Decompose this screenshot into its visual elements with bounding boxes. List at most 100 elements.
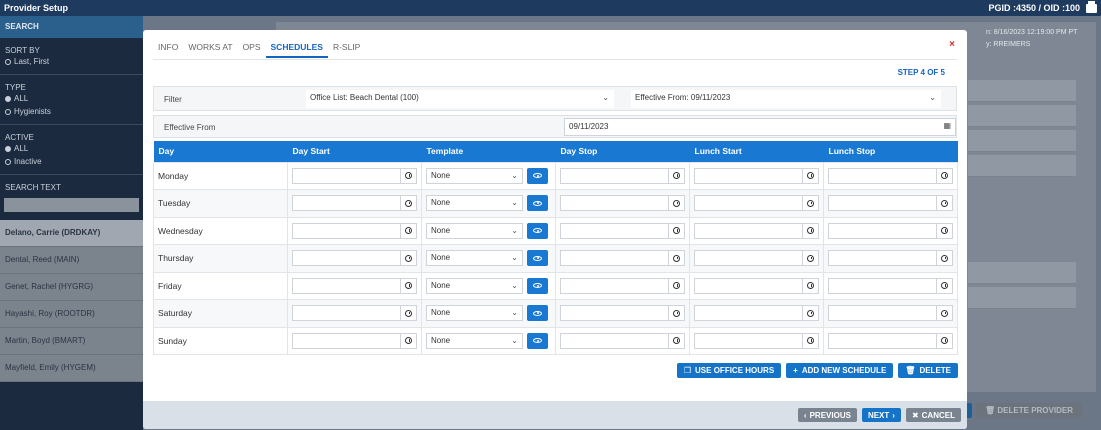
day-stop-input[interactable] [560,277,685,294]
lunch-stop-input[interactable] [828,195,953,212]
day-stop-input[interactable] [560,195,685,212]
day-stop-input[interactable] [560,222,685,239]
clock-icon[interactable] [400,168,416,183]
tab-r-slip[interactable]: R-SLIP [328,42,365,58]
search-text-input[interactable] [4,198,139,212]
day-start-input[interactable] [292,332,417,349]
clock-icon[interactable] [802,333,818,348]
list-item[interactable]: Hayashi, Roy (ROOTDR) [0,301,143,328]
tab-info[interactable]: INFO [153,42,183,58]
lunch-stop-input[interactable] [828,250,953,267]
list-item[interactable]: Genet, Rachel (HYGRG) [0,274,143,301]
clock-icon[interactable] [936,306,952,321]
day-stop-input[interactable] [560,167,685,184]
template-select[interactable]: None ⌄ [426,277,523,294]
clock-icon[interactable] [802,168,818,183]
lunch-stop-input[interactable] [828,305,953,322]
clock-icon[interactable] [400,333,416,348]
type-radio-hygienists[interactable]: Hygienists [0,105,143,118]
office-list-value: Office List: Beach Dental (100) [310,93,419,102]
clock-icon[interactable] [668,306,684,321]
list-item[interactable]: Delano, Carrie (DRDKAY) [0,220,143,247]
delete-schedule-button[interactable]: 🗑 DELETE [898,363,958,378]
clock-icon[interactable] [668,168,684,183]
close-icon[interactable]: × [949,39,955,50]
clock-icon[interactable] [668,223,684,238]
clock-icon[interactable] [400,251,416,266]
previous-button[interactable]: ‹ PREVIOUS [797,408,857,422]
view-template-button[interactable] [527,195,548,212]
day-stop-input[interactable] [560,250,685,267]
lunch-start-input[interactable] [694,195,819,212]
clock-icon[interactable] [400,278,416,293]
view-template-button[interactable] [527,167,548,184]
next-button[interactable]: NEXT › [861,408,901,422]
template-select[interactable]: None ⌄ [426,195,523,212]
clock-icon[interactable] [668,278,684,293]
effective-from-date-input[interactable]: 09/11/2023 ▦ [564,118,956,136]
active-radio-inactive[interactable]: Inactive [0,155,143,168]
clock-icon[interactable] [802,306,818,321]
cancel-button[interactable]: ✖ CANCEL [905,408,961,422]
sort-radio-last-first[interactable]: Last, First [0,55,143,68]
view-template-button[interactable] [527,332,548,349]
view-template-button[interactable] [527,250,548,267]
template-select[interactable]: None ⌄ [426,332,523,349]
clock-icon[interactable] [802,196,818,211]
clock-icon[interactable] [400,223,416,238]
use-office-hours-button[interactable]: ❐ USE OFFICE HOURS [676,363,782,378]
day-start-input[interactable] [292,222,417,239]
day-start-input[interactable] [292,277,417,294]
view-template-button[interactable] [527,277,548,294]
tab-works-at[interactable]: WORKS AT [183,42,237,58]
tab-schedules[interactable]: SCHEDULES [265,42,328,58]
clock-icon[interactable] [668,196,684,211]
clock-icon[interactable] [802,278,818,293]
lunch-start-input[interactable] [694,250,819,267]
lunch-start-input[interactable] [694,167,819,184]
day-start-input[interactable] [292,305,417,322]
day-start-input[interactable] [292,195,417,212]
active-radio-all[interactable]: ALL [0,142,143,155]
lunch-stop-input[interactable] [828,332,953,349]
lunch-start-input[interactable] [694,305,819,322]
list-item[interactable]: Dental, Reed (MAIN) [0,247,143,274]
clock-icon[interactable] [936,196,952,211]
clock-icon[interactable] [936,278,952,293]
add-new-schedule-button[interactable]: + ADD NEW SCHEDULE [786,363,894,378]
list-item[interactable]: Mayfield, Emily (HYGEM) [0,355,143,382]
template-select[interactable]: None ⌄ [426,250,523,267]
clock-icon[interactable] [936,168,952,183]
clock-icon[interactable] [400,306,416,321]
view-template-button[interactable] [527,305,548,322]
lunch-stop-input[interactable] [828,277,953,294]
lunch-stop-input[interactable] [828,222,953,239]
type-radio-all[interactable]: ALL [0,92,143,105]
template-select[interactable]: None ⌄ [426,167,523,184]
office-list-select[interactable]: Office List: Beach Dental (100) ⌄ [306,90,614,108]
calendar-icon[interactable]: ▦ [943,121,951,130]
day-start-input[interactable] [292,167,417,184]
clock-icon[interactable] [936,251,952,266]
clock-icon[interactable] [936,223,952,238]
clock-icon[interactable] [668,333,684,348]
lunch-start-input[interactable] [694,222,819,239]
lunch-start-input[interactable] [694,277,819,294]
day-stop-input[interactable] [560,332,685,349]
clock-icon[interactable] [802,251,818,266]
lunch-stop-input[interactable] [828,167,953,184]
clock-icon[interactable] [936,333,952,348]
view-template-button[interactable] [527,222,548,239]
lunch-start-input[interactable] [694,332,819,349]
clock-icon[interactable] [668,251,684,266]
template-select[interactable]: None ⌄ [426,222,523,239]
template-select[interactable]: None ⌄ [426,305,523,322]
day-stop-input[interactable] [560,305,685,322]
clock-icon[interactable] [400,196,416,211]
printer-icon[interactable] [1086,0,1097,13]
day-start-input[interactable] [292,250,417,267]
clock-icon[interactable] [802,223,818,238]
effective-from-select[interactable]: Effective From: 09/11/2023 ⌄ [631,90,941,108]
tab-ops[interactable]: OPS [238,42,266,58]
list-item[interactable]: Martin, Boyd (BMART) [0,328,143,355]
